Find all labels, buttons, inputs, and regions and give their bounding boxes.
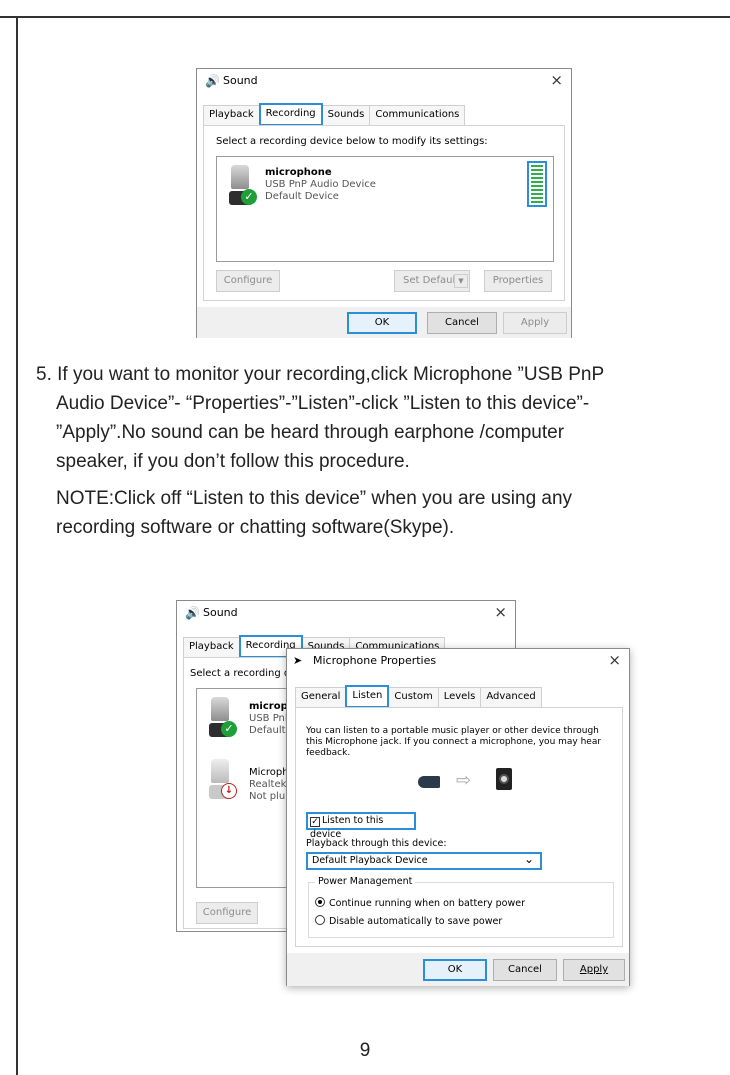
step-line-1: 5. If you want to monitor your recording… — [36, 364, 605, 385]
step-line-3: ”Apply”.No sound can be heard through ea… — [56, 422, 565, 443]
tab-listen[interactable]: Listen — [345, 685, 390, 708]
device-status: Not plu — [249, 791, 286, 802]
level-meter — [527, 161, 547, 207]
configure-button[interactable]: Configure — [196, 902, 258, 924]
microphone-icon: ✓ — [207, 697, 237, 739]
tab-recording[interactable]: Recording — [258, 103, 323, 126]
close-icon[interactable]: × — [550, 71, 563, 89]
playback-value: Default Playback Device — [312, 855, 428, 866]
speaker-icon: 🔊 — [185, 606, 200, 620]
chevron-down-icon: ⌄ — [523, 852, 534, 866]
close-icon[interactable]: × — [494, 603, 507, 621]
listen-description: You can listen to a portable music playe… — [306, 726, 618, 759]
playback-device-select[interactable]: Default Playback Device ⌄ — [306, 852, 542, 870]
microphone-properties-dialog: ➤ Microphone Properties × General Listen… — [286, 648, 630, 986]
radio-label: Continue running when on battery power — [329, 898, 526, 909]
apply-button[interactable]: Apply — [503, 312, 567, 334]
ok-button[interactable]: OK — [423, 959, 487, 981]
disable-automatically-radio[interactable]: Disable automatically to save power — [315, 915, 502, 927]
check-icon: ✓ — [221, 721, 237, 737]
continue-running-radio[interactable]: Continue running when on battery power — [315, 897, 525, 909]
page-border-left — [16, 16, 18, 1075]
cancel-button[interactable]: Cancel — [427, 312, 497, 334]
device-type: USB PnP Audio Device — [265, 179, 376, 190]
listen-label: Listen to this device — [310, 815, 384, 840]
device-status: Default — [249, 725, 286, 736]
title-bar: 🔊 Sound × — [197, 69, 571, 93]
dialog-title: Sound — [223, 74, 258, 87]
title-bar: 🔊 Sound × — [177, 601, 515, 625]
sound-dialog: 🔊 Sound × Playback Recording Sounds Comm… — [196, 68, 572, 338]
step-line-2: Audio Device”- “Properties”-”Listen”-cli… — [56, 393, 590, 414]
speaker-icon — [496, 768, 512, 790]
microphone-icon — [418, 776, 440, 788]
device-type: Realtek — [249, 779, 287, 790]
listen-to-device-checkbox[interactable]: ✓ Listen to this device — [306, 812, 416, 840]
close-icon[interactable]: × — [608, 651, 621, 669]
description-line: You can listen to a portable music playe… — [306, 726, 599, 736]
device-type: USB Pnl — [249, 713, 288, 724]
description-line: this Microphone jack. If you connect a m… — [306, 737, 602, 747]
playback-label: Playback through this device: — [306, 838, 447, 849]
unplugged-icon: ↓ — [221, 783, 237, 799]
dialog-title: Sound — [203, 606, 238, 619]
instruction-text: Select a recording device below to modif… — [216, 136, 488, 147]
device-list[interactable]: ✓ microphone USB PnP Audio Device Defaul… — [216, 156, 554, 262]
speaker-icon: 🔊 — [205, 74, 220, 88]
checkbox-checked-icon: ✓ — [310, 817, 320, 827]
note-line-2: recording software or chatting software(… — [56, 517, 455, 538]
chevron-down-icon[interactable]: ▼ — [454, 274, 468, 288]
apply-button[interactable]: Apply — [563, 959, 625, 981]
configure-button[interactable]: Configure — [216, 270, 280, 292]
properties-button[interactable]: Properties — [484, 270, 552, 292]
microphone-icon: ✓ — [227, 165, 257, 207]
device-name: Microph — [249, 767, 289, 778]
tab-panel: Select a recording device below to modif… — [203, 125, 565, 301]
description-line: feedback. — [306, 748, 351, 758]
ok-button[interactable]: OK — [347, 312, 417, 334]
cancel-button[interactable]: Cancel — [493, 959, 557, 981]
radio-selected-icon — [315, 897, 325, 907]
dialog-title: Microphone Properties — [313, 654, 437, 667]
device-status: Default Device — [265, 191, 339, 202]
radio-label: Disable automatically to save power — [329, 916, 503, 927]
step-line-4: speaker, if you don’t follow this proced… — [56, 451, 410, 472]
title-bar: ➤ Microphone Properties × — [287, 649, 629, 673]
note-line-1: NOTE:Click off “Listen to this device” w… — [56, 488, 573, 509]
instruction-text: Select a recording de — [190, 668, 297, 679]
footer-bar: OK Cancel Apply — [197, 307, 571, 338]
page-border-top — [0, 16, 730, 18]
note-text: NOTE:Click off “Listen to this device” w… — [56, 484, 726, 542]
check-icon: ✓ — [241, 189, 257, 205]
step-5-text: 5. If you want to monitor your recording… — [36, 360, 726, 476]
tab-panel: You can listen to a portable music playe… — [295, 707, 623, 947]
page-number: 9 — [359, 1040, 371, 1061]
device-name: microphone — [265, 167, 332, 178]
footer-bar: OK Cancel Apply — [287, 953, 629, 986]
microphone-unplugged-icon: ↓ — [207, 759, 237, 801]
device-name: micropl — [249, 701, 292, 712]
microphone-icon: ➤ — [293, 654, 303, 667]
power-management-group: Power Management Continue running when o… — [308, 876, 614, 938]
arrow-right-icon: ⇨ — [456, 770, 472, 791]
group-label: Power Management — [315, 876, 416, 887]
radio-unselected-icon — [315, 915, 325, 925]
